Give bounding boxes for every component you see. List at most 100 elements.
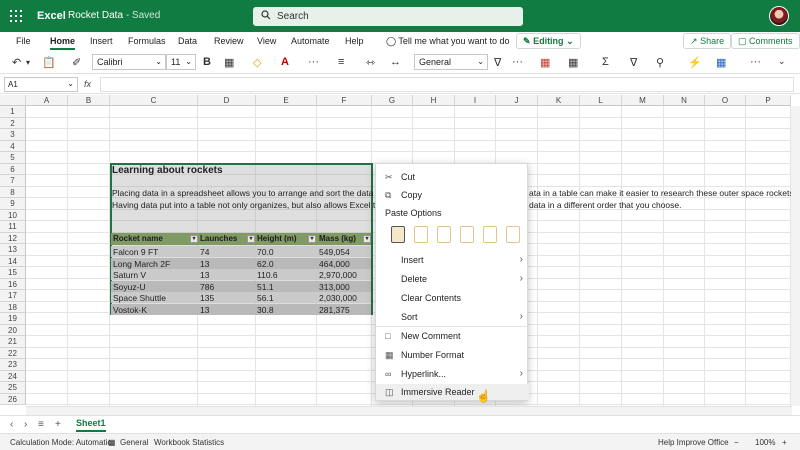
conditional-format-icon[interactable]: ▦ xyxy=(540,56,550,69)
sort-filter-icon[interactable]: ∇ xyxy=(630,56,637,69)
table-cell[interactable]: 786 xyxy=(200,282,214,292)
autosum-icon[interactable]: Σ xyxy=(602,56,609,68)
paste-icon[interactable]: 📋 xyxy=(42,56,56,69)
table-cell[interactable]: Falcon 9 FT xyxy=(113,247,158,257)
comments-button[interactable]: ▢ Comments xyxy=(731,33,800,49)
row-header[interactable]: 13 xyxy=(0,244,26,256)
table-cell[interactable]: 62.0 xyxy=(257,259,274,269)
column-header[interactable]: M xyxy=(622,95,664,106)
undo-icon[interactable]: ↶ xyxy=(12,56,21,69)
column-header[interactable]: P xyxy=(746,95,791,106)
app-name[interactable]: Excel xyxy=(37,10,66,22)
number-format-dropdown[interactable]: General ⌄ xyxy=(414,54,488,70)
table-row[interactable]: Soyuz-U 786 51.1 313,000 xyxy=(111,280,371,292)
tab-view[interactable]: View xyxy=(257,36,276,46)
table-cell[interactable]: 110.6 xyxy=(257,270,278,280)
row-header[interactable]: 4 xyxy=(0,140,26,152)
align-icon[interactable]: ≡ xyxy=(338,56,344,68)
paste-formatting-icon[interactable] xyxy=(460,226,474,243)
table-cell[interactable]: 2,030,000 xyxy=(319,293,357,303)
filter-dropdown-icon[interactable]: ▾ xyxy=(306,234,316,243)
zoom-out-icon[interactable]: − xyxy=(734,438,739,447)
table-cell[interactable]: 281,375 xyxy=(319,305,350,315)
table-cell[interactable]: 13 xyxy=(200,259,209,269)
row-header[interactable]: 18 xyxy=(0,301,26,313)
flash-icon[interactable]: ⚡ xyxy=(688,56,702,69)
table-cell[interactable]: 56.1 xyxy=(257,293,274,303)
more-icon[interactable]: ··· xyxy=(750,56,761,68)
sheet-title[interactable]: Learning about rockets xyxy=(112,165,223,176)
row-header[interactable]: 12 xyxy=(0,232,26,244)
table-row[interactable]: Vostok-K 13 30.8 281,375 xyxy=(111,303,371,315)
bold-icon[interactable]: B xyxy=(203,56,211,68)
chevron-down-icon[interactable]: ⌄ xyxy=(778,56,786,67)
row-header[interactable]: 22 xyxy=(0,347,26,359)
table-cell[interactable]: Space Shuttle xyxy=(113,293,166,303)
format-painter-icon[interactable]: ✐ xyxy=(72,56,81,69)
column-header[interactable]: C xyxy=(110,95,198,106)
column-header[interactable]: D xyxy=(198,95,256,106)
filter-dropdown-icon[interactable]: ▾ xyxy=(361,234,371,243)
table-cell[interactable]: 13 xyxy=(200,270,209,280)
paste-special-icon[interactable] xyxy=(506,226,520,243)
table-cell[interactable]: 135 xyxy=(200,293,214,303)
row-header[interactable]: 9 xyxy=(0,198,26,210)
table-cell[interactable]: 313,000 xyxy=(319,282,350,292)
font-size-dropdown[interactable]: 11 ⌄ xyxy=(166,54,196,70)
column-header[interactable]: K xyxy=(538,95,580,106)
table-row[interactable]: Long March 2F 13 62.0 464,000 xyxy=(111,257,371,269)
wrap-text-icon[interactable]: ⇿ xyxy=(366,56,375,69)
menu-item-cut[interactable]: ✂ Cut xyxy=(376,169,529,185)
find-icon[interactable]: ⚲ xyxy=(656,56,664,69)
paragraph-line-2a[interactable]: Having data put into a table not only or… xyxy=(112,200,401,210)
currency-icon[interactable]: ∇ xyxy=(494,56,501,69)
column-header[interactable]: G xyxy=(372,95,413,106)
share-button[interactable]: ↗ Share xyxy=(683,33,732,49)
menu-item-sort[interactable]: Sort › xyxy=(376,309,529,325)
row-header[interactable]: 14 xyxy=(0,255,26,267)
formula-input[interactable] xyxy=(100,77,794,92)
tab-home[interactable]: Home xyxy=(50,36,76,50)
table-cell[interactable]: 13 xyxy=(200,305,209,315)
merge-icon[interactable]: ↔ xyxy=(390,56,401,68)
row-header[interactable]: 25 xyxy=(0,382,26,394)
table-cell[interactable]: Saturn V xyxy=(113,270,146,280)
column-header[interactable]: I xyxy=(455,95,496,106)
row-header[interactable]: 20 xyxy=(0,324,26,336)
search-box[interactable]: Search xyxy=(253,7,523,26)
menu-item-hyperlink[interactable]: ∞ Hyperlink... › xyxy=(376,366,529,382)
calculation-mode[interactable]: Calculation Mode: Automatic xyxy=(10,438,111,447)
menu-item-insert[interactable]: Insert › xyxy=(376,252,529,268)
select-all-corner[interactable] xyxy=(0,95,26,106)
more-icon[interactable]: ··· xyxy=(308,56,319,68)
menu-item-copy[interactable]: ⧉ Copy xyxy=(376,187,529,203)
sheet-tab[interactable]: Sheet1 xyxy=(76,418,106,432)
table-header-cell[interactable]: Mass (kg) xyxy=(319,234,356,243)
font-name-dropdown[interactable]: Calibri ⌄ xyxy=(92,54,166,70)
column-header[interactable]: J xyxy=(496,95,538,106)
paste-icon[interactable] xyxy=(391,226,405,243)
row-header[interactable]: 3 xyxy=(0,129,26,141)
table-cell[interactable]: 549,054 xyxy=(319,247,350,257)
more-icon[interactable]: ··· xyxy=(512,56,523,68)
document-title[interactable]: Rocket Data - Saved xyxy=(68,10,160,21)
table-row[interactable]: Space Shuttle 135 56.1 2,030,000 xyxy=(111,292,371,303)
table-header-cell[interactable]: Rocket name xyxy=(113,234,163,243)
row-header[interactable]: 1 xyxy=(0,106,26,118)
table-cell[interactable]: 70.0 xyxy=(257,247,274,257)
column-header[interactable]: L xyxy=(580,95,622,106)
column-header[interactable]: A xyxy=(26,95,68,106)
table-cell[interactable]: 30.8 xyxy=(257,305,274,315)
undo-dropdown-icon[interactable]: ▾ xyxy=(26,58,30,67)
name-box[interactable]: A1 ⌄ xyxy=(4,77,78,92)
row-header[interactable]: 10 xyxy=(0,209,26,221)
next-sheet-icon[interactable]: › xyxy=(24,419,27,430)
font-color-icon[interactable]: A xyxy=(281,56,289,68)
row-header[interactable]: 6 xyxy=(0,163,26,175)
column-header[interactable]: H xyxy=(413,95,455,106)
add-sheet-icon[interactable]: + xyxy=(55,419,61,430)
borders-icon[interactable]: ▦ xyxy=(224,56,234,69)
fx-icon[interactable]: fx xyxy=(84,79,91,89)
all-sheets-icon[interactable]: ≡ xyxy=(38,419,44,430)
row-header[interactable]: 21 xyxy=(0,336,26,348)
